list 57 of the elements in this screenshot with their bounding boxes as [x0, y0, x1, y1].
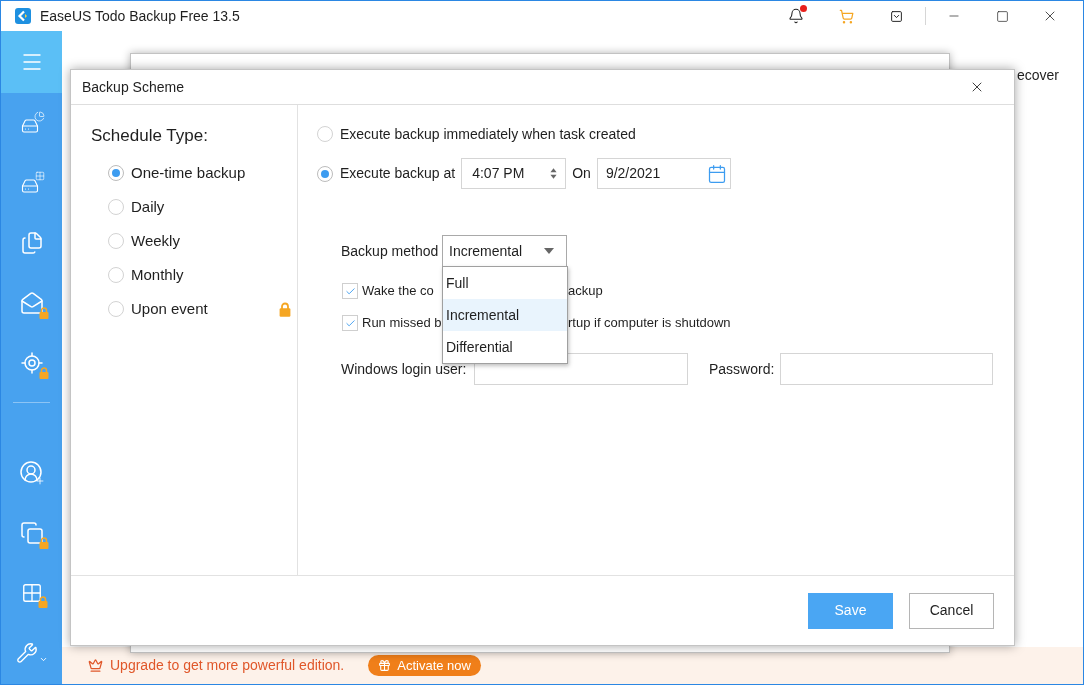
maximize-icon[interactable]	[995, 9, 1009, 23]
backup-method-label: Backup method	[341, 242, 439, 259]
checkbox-label: Run missed b	[362, 315, 442, 331]
schedule-type-heading: Schedule Type:	[91, 125, 209, 147]
app-logo-icon	[15, 8, 31, 24]
checkbox-label: ackup	[568, 282, 603, 301]
password-label: Password:	[709, 360, 775, 377]
nav-label[interactable]: ecover	[1017, 65, 1060, 86]
radio-button[interactable]	[108, 233, 124, 249]
option-label[interactable]: Execute backup at	[340, 163, 456, 184]
spinner-icon[interactable]	[550, 167, 558, 180]
option-label[interactable]: Weekly	[131, 229, 180, 253]
date-field[interactable]: 9/2/2021	[596, 158, 731, 189]
radio-button[interactable]	[108, 165, 124, 181]
target-icon[interactable]	[19, 351, 44, 375]
dropdown-box-icon[interactable]	[889, 9, 903, 23]
checkbox-label: rtup if computer is shutdown	[568, 314, 731, 333]
dropdown-option[interactable]: Differential	[443, 331, 567, 363]
notification-bell-icon[interactable]	[788, 8, 804, 24]
login-user-label: Windows login user:	[341, 360, 467, 377]
wrench-icon[interactable]	[15, 642, 38, 664]
grid-icon[interactable]	[20, 582, 43, 604]
window-title: EaseUS Todo Backup Free 13.5	[40, 6, 240, 26]
checkmark-icon	[344, 285, 356, 297]
time-field[interactable]: 4:07 PM	[461, 158, 567, 189]
radio-button[interactable]	[317, 165, 333, 182]
user-add-icon[interactable]	[18, 460, 45, 486]
option-label[interactable]: One-time backup	[131, 161, 246, 185]
caret-icon[interactable]	[544, 248, 554, 254]
password-field[interactable]	[780, 353, 993, 385]
radio-button[interactable]	[317, 126, 333, 142]
calendar-icon[interactable]	[706, 163, 727, 184]
radio-button[interactable]	[108, 301, 124, 317]
option-label[interactable]: Execute backup immediately when task created	[340, 123, 636, 145]
option-label[interactable]: Daily	[131, 195, 165, 219]
option-label[interactable]: Upon event	[131, 297, 208, 321]
dialog-title: Backup Scheme	[82, 77, 184, 97]
checkbox[interactable]	[342, 283, 358, 299]
on-label: On	[572, 164, 591, 183]
dropdown-option[interactable]: Incremental	[443, 299, 567, 331]
radio-button[interactable]	[108, 267, 124, 283]
radio-button[interactable]	[108, 199, 124, 215]
gift-icon	[378, 659, 392, 672]
crown-icon	[88, 658, 103, 673]
cart-icon[interactable]	[838, 8, 854, 24]
mail-icon[interactable]	[19, 291, 44, 315]
upgrade-text: Upgrade to get more powerful edition.	[110, 656, 345, 675]
option-label[interactable]: Monthly	[131, 263, 184, 287]
checkbox-label: Wake the co	[362, 283, 434, 299]
menu-button[interactable]	[1, 31, 62, 93]
checkmark-icon	[344, 317, 356, 329]
checkbox[interactable]	[342, 315, 358, 331]
squares-icon[interactable]	[19, 521, 44, 545]
files-icon[interactable]	[19, 231, 44, 255]
backup-method-select[interactable]: Incremental	[442, 235, 567, 267]
cancel-button[interactable]: Cancel	[909, 592, 994, 629]
dropdown-option[interactable]: Full	[443, 267, 567, 299]
